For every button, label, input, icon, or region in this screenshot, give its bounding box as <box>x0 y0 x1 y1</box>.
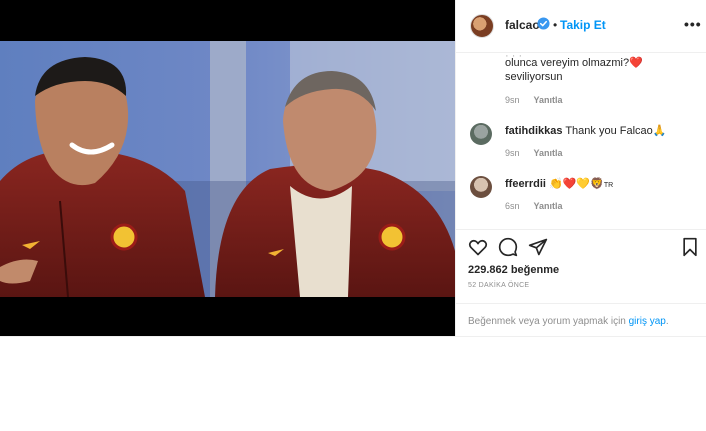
likes-count[interactable]: 229.862 beğenme <box>468 264 559 276</box>
comment: fatihdikkas Thank you Falcao🙏 <box>505 124 666 138</box>
post-photo[interactable] <box>0 41 455 297</box>
comment-text: Thank you Falcao🙏 <box>565 125 667 137</box>
post-side-panel: falcao • Takip Et ••• · · · olunca verey… <box>455 0 706 336</box>
comment-meta: 6sn Yanıtla <box>505 201 563 211</box>
comment: ffeerrdii 👏❤️💛🦁TR <box>505 177 613 193</box>
comment-text: olunca vereyim olmazmi?❤️ <box>505 57 643 69</box>
comments-list: · · · olunca vereyim olmazmi?❤️ seviliyo… <box>456 53 706 229</box>
comment-meta: 9sn Yanıtla <box>505 148 563 158</box>
commenter-avatar[interactable] <box>470 176 492 198</box>
comment-text-line2: seviliyorsun <box>505 71 563 83</box>
heart-icon[interactable] <box>468 237 488 257</box>
verified-badge-icon <box>537 17 550 30</box>
post-header: falcao • Takip Et ••• <box>456 0 706 53</box>
separator-dot: • <box>553 18 558 32</box>
login-prompt: Beğenmek veya yorum yapmak için giriş ya… <box>456 303 706 337</box>
post-timestamp[interactable]: 52 DAKİKA ÖNCE <box>468 282 529 289</box>
comment-text: 👏❤️💛🦁 <box>549 178 604 190</box>
comment-time: 9sn <box>505 148 520 158</box>
reply-button[interactable]: Yanıtla <box>534 148 563 158</box>
comment-meta: 9sn Yanıtla <box>505 95 563 105</box>
login-link[interactable]: giriş yap <box>629 316 666 327</box>
share-icon[interactable] <box>528 237 548 257</box>
commenter-username[interactable]: ffeerrdii <box>505 178 546 190</box>
comment-suffix: TR <box>603 182 614 189</box>
commenter-avatar[interactable] <box>470 123 492 145</box>
login-prompt-text: Beğenmek veya yorum yapmak için <box>468 316 629 327</box>
comment-time: 6sn <box>505 201 520 211</box>
post-media <box>0 0 455 336</box>
comment-icon[interactable] <box>498 237 518 257</box>
reply-button[interactable]: Yanıtla <box>534 201 563 211</box>
comment-time: 9sn <box>505 95 520 105</box>
bookmark-icon[interactable] <box>680 237 700 257</box>
more-options-icon[interactable]: ••• <box>684 16 702 32</box>
instagram-post: falcao • Takip Et ••• · · · olunca verey… <box>0 0 706 337</box>
post-actions: 229.862 beğenme 52 DAKİKA ÖNCE Beğenmek … <box>456 229 706 336</box>
login-prompt-suffix: . <box>665 316 669 327</box>
commenter-username[interactable]: fatihdikkas <box>505 125 562 137</box>
follow-button[interactable]: Takip Et <box>560 18 606 32</box>
username-link[interactable]: falcao <box>505 18 540 32</box>
profile-avatar[interactable] <box>470 14 494 38</box>
reply-button[interactable]: Yanıtla <box>534 95 563 105</box>
